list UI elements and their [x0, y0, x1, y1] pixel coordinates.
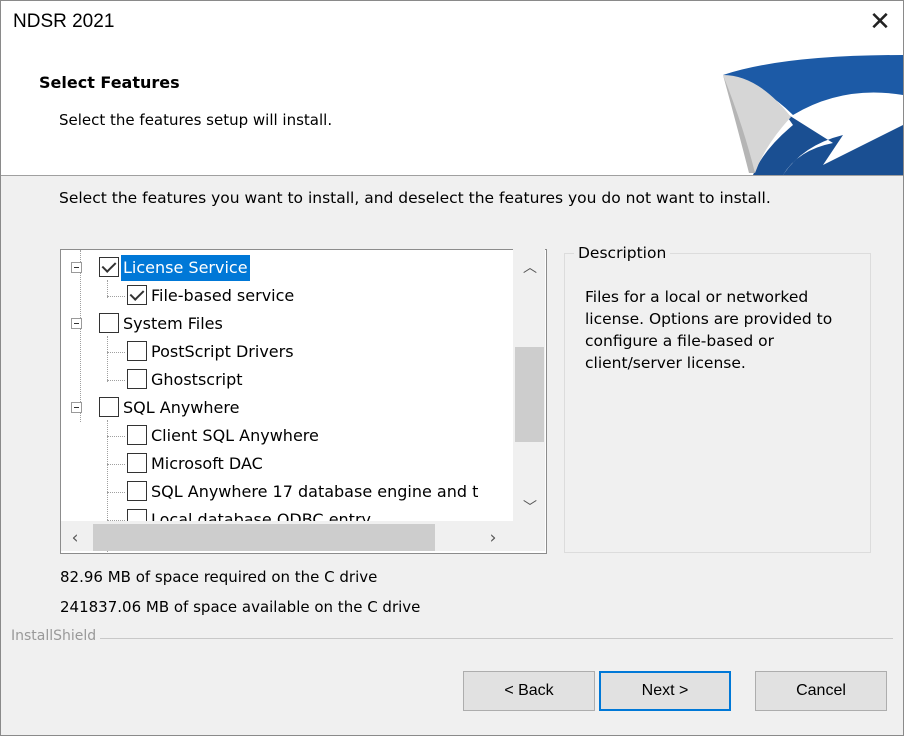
page-header: Select Features Select the features setu…	[1, 45, 903, 176]
collapse-icon[interactable]	[71, 402, 82, 413]
tree-line	[107, 336, 108, 382]
tree-line	[107, 296, 125, 297]
next-button[interactable]: Next >	[599, 671, 731, 711]
tree-line	[107, 436, 125, 437]
installshield-label: InstallShield	[11, 628, 101, 644]
space-required-text: 82.96 MB of space required on the C driv…	[60, 568, 378, 586]
cancel-button[interactable]: Cancel	[755, 671, 887, 711]
tree-label: License Service	[120, 254, 251, 282]
checkbox-file-based-service[interactable]	[127, 285, 147, 305]
close-icon[interactable]: ✕	[857, 1, 903, 45]
checkbox-sql-anywhere-engine[interactable]	[127, 481, 147, 501]
collapse-icon[interactable]	[71, 318, 82, 329]
checkbox-ghostscript[interactable]	[127, 369, 147, 389]
tree-label: Microsoft DAC	[151, 454, 263, 473]
title-bar: NDSR 2021 ✕	[1, 1, 903, 45]
tree-line	[107, 380, 125, 381]
installer-window: NDSR 2021 ✕ Select Features Select the f…	[0, 0, 904, 736]
scroll-up-icon[interactable]: ︿	[520, 257, 540, 277]
checkbox-sql-anywhere[interactable]	[99, 397, 119, 417]
scrollbar-corner	[513, 521, 545, 551]
tree-label: PostScript Drivers	[151, 342, 294, 361]
tree-line	[80, 250, 81, 422]
tree-line	[107, 492, 125, 493]
checkbox-client-sql-anywhere[interactable]	[127, 425, 147, 445]
instructions-text: Select the features you want to install,…	[59, 189, 771, 207]
tree-label: System Files	[123, 314, 223, 333]
tree-line	[107, 352, 125, 353]
checkbox-microsoft-dac[interactable]	[127, 453, 147, 473]
tree-label: Client SQL Anywhere	[151, 426, 319, 445]
tree-label: File-based service	[151, 286, 295, 305]
scroll-down-icon[interactable]: ﹀	[520, 497, 540, 517]
description-title: Description	[574, 244, 671, 262]
checkbox-system-files[interactable]	[99, 313, 119, 333]
tree-label: Ghostscript	[151, 370, 243, 389]
vertical-scroll-thumb[interactable]	[515, 347, 544, 442]
horizontal-scroll-thumb[interactable]	[93, 524, 435, 551]
tree-line	[107, 464, 125, 465]
tree-label: SQL Anywhere	[123, 398, 240, 417]
installshield-logo-icon	[723, 55, 903, 175]
back-button[interactable]: < Back	[463, 671, 595, 711]
checkbox-postscript-drivers[interactable]	[127, 341, 147, 361]
description-text: Files for a local or networked license. …	[585, 288, 833, 372]
page-subtitle: Select the features setup will install.	[59, 111, 333, 129]
feature-tree[interactable]: License Service File-based service Syste…	[60, 249, 547, 554]
scroll-left-icon[interactable]: ‹	[65, 528, 85, 548]
scroll-right-icon[interactable]: ›	[483, 528, 503, 548]
checkbox-license-service[interactable]	[99, 257, 119, 277]
collapse-icon[interactable]	[71, 262, 82, 273]
tree-label: SQL Anywhere 17 database engine and t	[151, 482, 479, 501]
installshield-divider	[11, 638, 893, 639]
space-available-text: 241837.06 MB of space available on the C…	[60, 598, 421, 616]
window-title: NDSR 2021	[13, 11, 115, 32]
page-title: Select Features	[39, 73, 180, 92]
